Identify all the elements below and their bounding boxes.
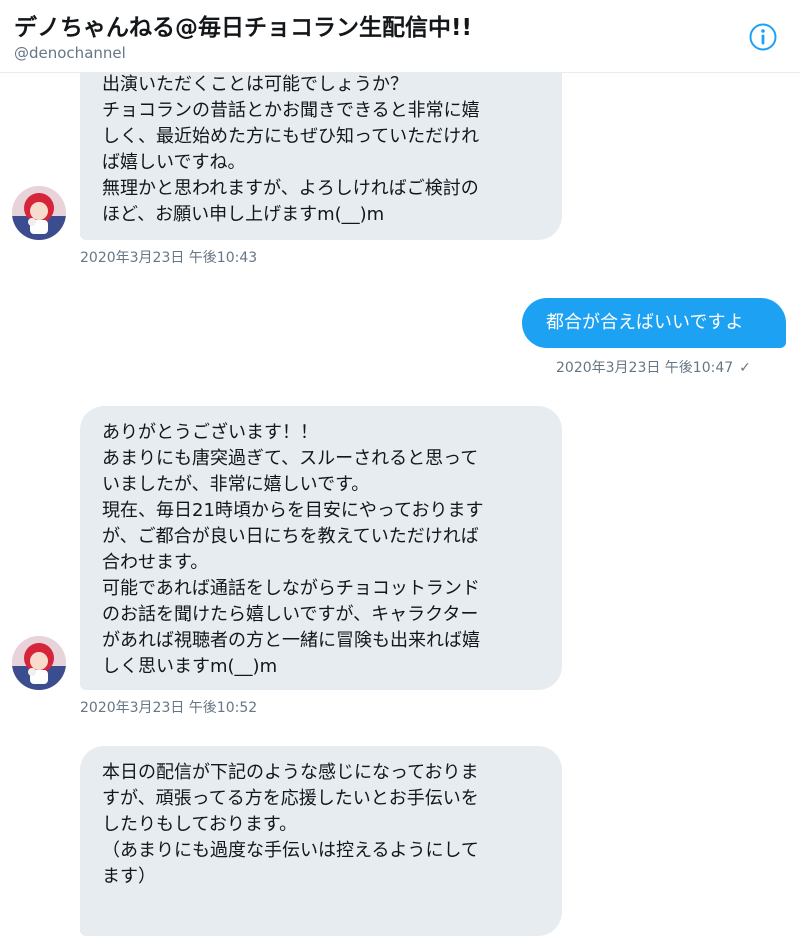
message-text: 都合が合えばいいですよ	[546, 312, 744, 333]
message-line: あまりにも唐突過ぎて、スルーされると思って	[102, 448, 479, 469]
message-timestamp: 2020年3月23日 午後10:43	[80, 250, 258, 266]
message-line: すが、頑張ってる方を応援したいとお手伝いを	[102, 788, 479, 809]
message-line: ば嬉しいですね。	[102, 152, 246, 173]
message-line: 可能であれば通話をしながらチョコットランド	[102, 578, 480, 599]
avatar[interactable]	[12, 186, 66, 240]
read-check-icon: ✓	[739, 360, 751, 376]
message-line: があれば視聴者の方と一緒に冒険も出来れば嬉	[102, 630, 480, 651]
message-line: 本日の配信が下記のような感じになっておりま	[102, 762, 479, 783]
message-bubble-incoming[interactable]: 出演いただくことは可能でしょうか？ チョコランの昔話とかお聞きできると非常に嬉 …	[80, 44, 562, 240]
message-line: が、ご都合が良い日にちを教えていただければ	[102, 526, 479, 547]
message-bubble-incoming[interactable]: 本日の配信が下記のような感じになっておりま すが、頑張ってる方を応援したいとお手…	[80, 746, 562, 936]
message-line: ます）	[102, 866, 156, 887]
message-timestamp: 2020年3月23日 午後10:52	[80, 700, 258, 716]
message-bubble-incoming[interactable]: ありがとうございます！！ あまりにも唐突過ぎて、スルーされると思って いましたが…	[80, 406, 562, 690]
message-line: 合わせます。	[102, 552, 209, 573]
message-timestamp-outgoing: 2020年3月23日 午後10:47 ✓	[556, 357, 751, 377]
info-icon[interactable]	[748, 22, 778, 52]
message-line: いましたが、非常に嬉しいです。	[102, 474, 370, 495]
message-bubble-outgoing[interactable]: 都合が合えばいいですよ	[522, 298, 786, 348]
message-line: ありがとうございます！！	[102, 422, 318, 443]
message-line: （あまりにも過度な手伝いは控えるようにして	[102, 840, 479, 861]
conversation-title[interactable]: デノちゃんねる@毎日チョコラン生配信中!!	[14, 8, 472, 42]
message-line: のお話を聞けたら嬉しいですが、キャラクター	[102, 604, 479, 625]
avatar[interactable]	[12, 636, 66, 690]
message-line: しく、最近始めた方にもぜひ知っていただけれ	[102, 126, 480, 147]
message-line: 出演いただくことは可能でしょうか？	[102, 74, 408, 95]
message-line: ほど、お願い申し上げますm(__)m	[102, 204, 385, 225]
message-timestamp: 2020年3月23日 午後10:47	[556, 360, 734, 376]
message-line: したりもしております。	[102, 814, 298, 835]
conversation-header: デノちゃんねる@毎日チョコラン生配信中!! @denochannel	[0, 0, 800, 73]
conversation-handle[interactable]: @denochannel	[14, 44, 126, 62]
message-line: チョコランの昔話とかお聞きできると非常に嬉	[102, 100, 480, 121]
message-line: しく思いますm(__)m	[102, 656, 278, 677]
message-line: 無理かと思われますが、よろしければご検討の	[102, 178, 479, 199]
message-line: 現在、毎日21時頃からを目安にやっております	[102, 500, 484, 521]
